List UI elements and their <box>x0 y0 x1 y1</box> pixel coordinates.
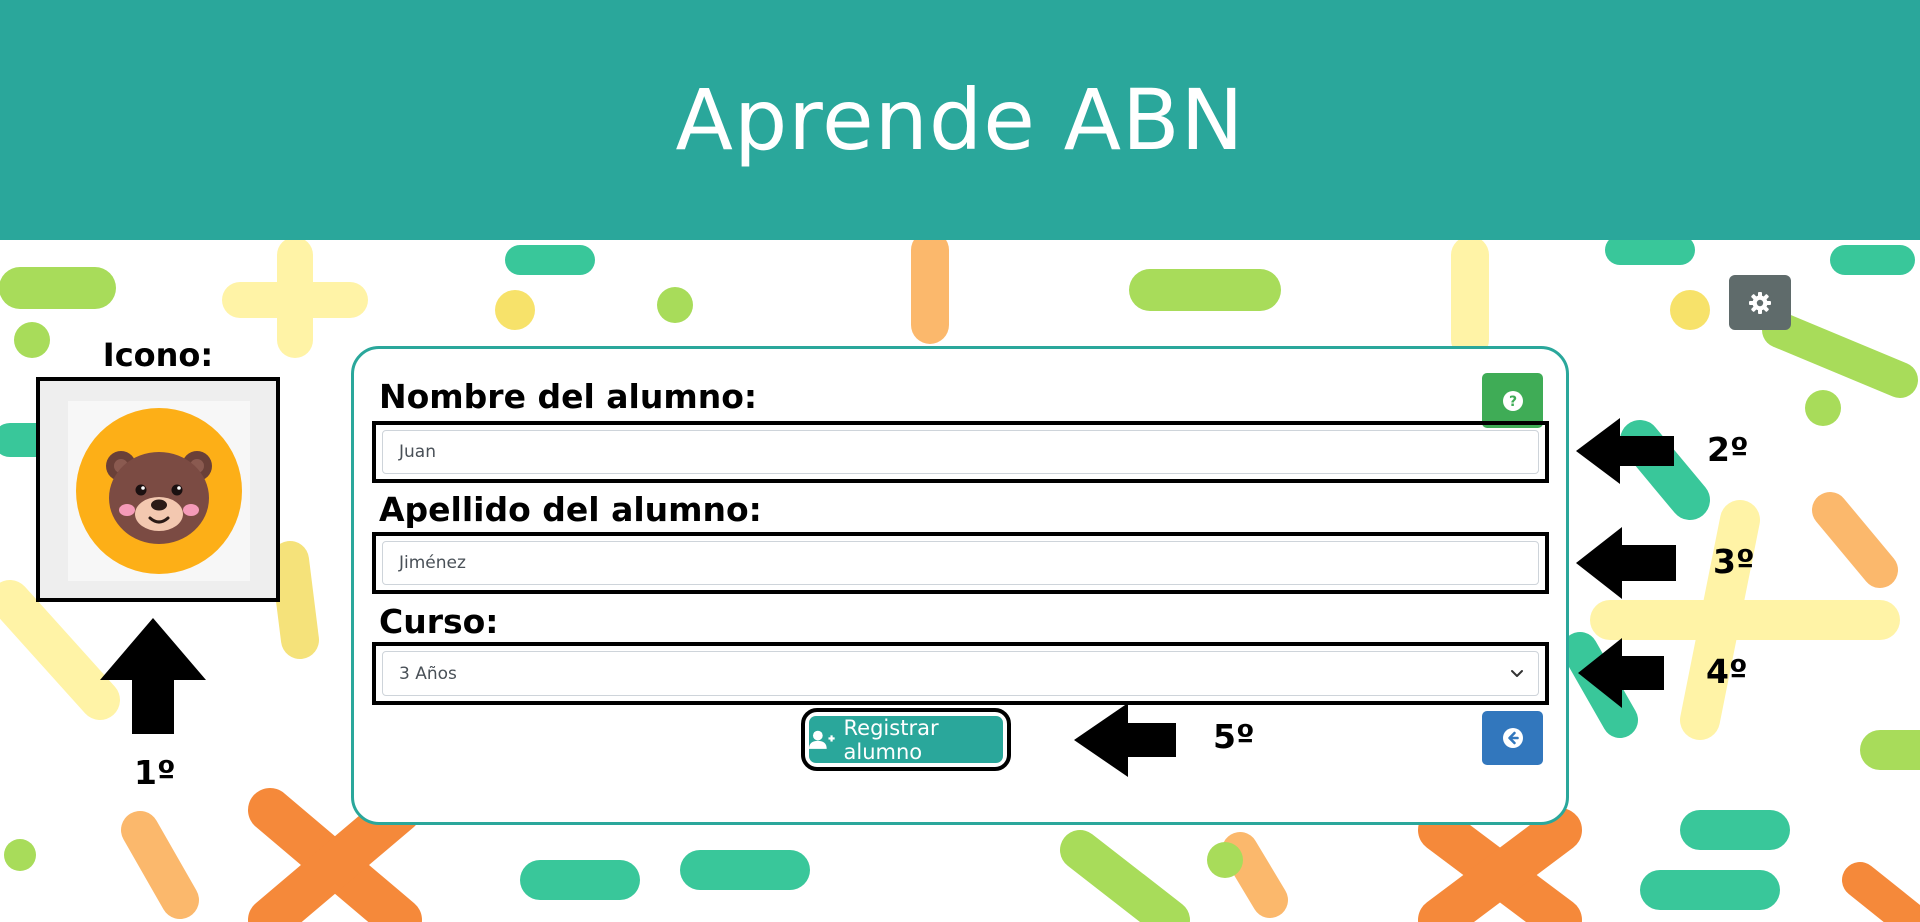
name-field-highlight: Juan <box>372 421 1549 483</box>
chevron-down-icon <box>1511 669 1523 677</box>
question-circle-icon: ? <box>1502 390 1523 411</box>
settings-button[interactable] <box>1729 275 1791 330</box>
register-student-button[interactable]: Registrar alumno <box>809 715 1003 764</box>
name-label: Nombre del alumno: <box>379 377 758 416</box>
bear-face-icon <box>76 408 242 574</box>
back-button[interactable] <box>1482 711 1543 765</box>
app-header: Aprende ABN <box>0 0 1920 240</box>
icon-label: Icono: <box>102 336 214 374</box>
app-title: Aprende ABN <box>675 71 1245 169</box>
step5-arrow-left-icon <box>1074 703 1176 777</box>
course-field-highlight: 3 Años <box>372 642 1549 705</box>
step2-arrow-left-icon <box>1576 418 1674 484</box>
svg-text:?: ? <box>1508 394 1516 410</box>
surname-input[interactable]: Jiménez <box>382 541 1539 585</box>
surname-label: Apellido del alumno: <box>379 490 762 529</box>
step3-label: 3º <box>1713 542 1755 581</box>
course-select-value: 3 Años <box>399 663 457 684</box>
step3-arrow-left-icon <box>1576 527 1676 599</box>
help-button[interactable]: ? <box>1482 373 1543 428</box>
selected-avatar-button[interactable] <box>68 401 250 581</box>
step1-label: 1º <box>134 753 176 792</box>
step1-arrow-up-icon <box>100 618 206 734</box>
arrow-circle-left-icon <box>1502 728 1523 748</box>
register-student-label: Registrar alumno <box>843 715 939 764</box>
step4-label: 4º <box>1706 652 1748 691</box>
step5-label: 5º <box>1213 717 1255 756</box>
step4-arrow-left-icon <box>1578 638 1664 708</box>
icon-picker <box>36 377 280 602</box>
name-input[interactable]: Juan <box>382 430 1539 474</box>
course-select[interactable]: 3 Años <box>382 651 1539 696</box>
course-label: Curso: <box>379 602 499 641</box>
gear-icon <box>1749 291 1771 314</box>
student-form: Nombre del alumno: ? Juan Apellido del a… <box>351 346 1569 825</box>
surname-field-highlight: Jiménez <box>372 532 1549 594</box>
step2-label: 2º <box>1707 430 1749 469</box>
user-plus-icon <box>809 730 835 749</box>
register-button-highlight: Registrar alumno <box>801 708 1011 771</box>
